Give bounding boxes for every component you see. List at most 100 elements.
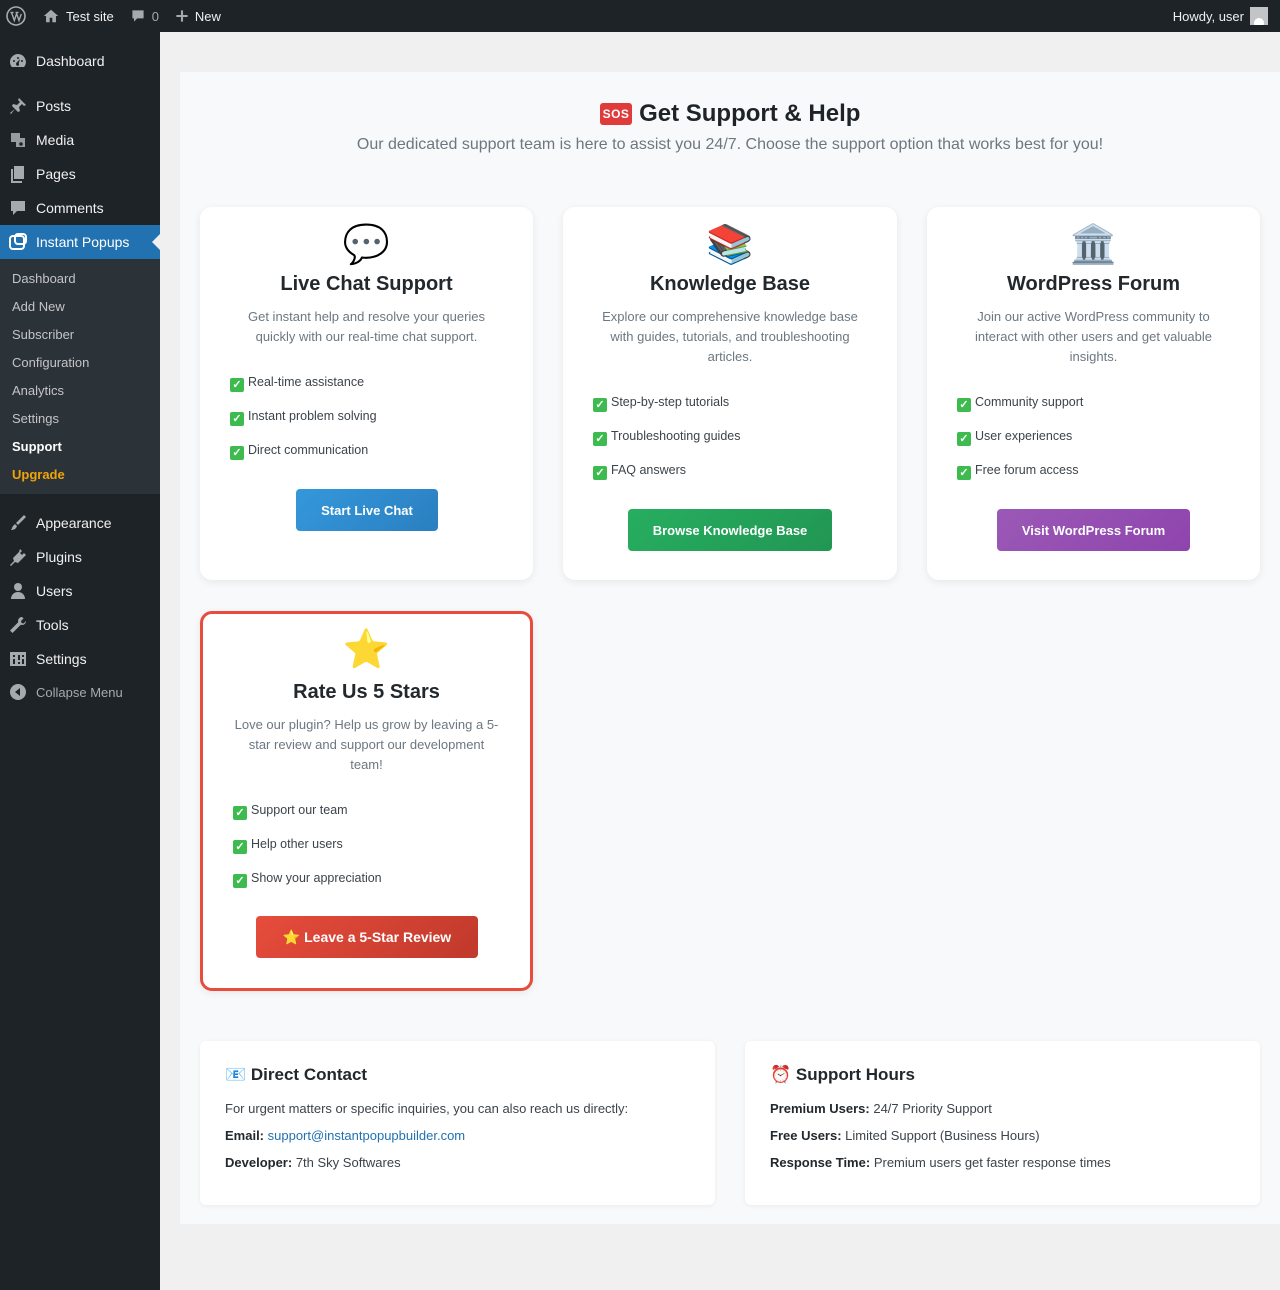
comments-count: 0 (151, 8, 159, 24)
submenu-analytics[interactable]: Analytics (12, 383, 64, 398)
settings-icon (10, 652, 26, 666)
menu-label: Dashboard (36, 53, 105, 69)
new-content-link[interactable]: New (167, 0, 229, 32)
contact-developer-line: Developer: 7th Sky Softwares (225, 1155, 401, 1170)
collapse-icon (10, 684, 26, 700)
menu-instant-popups[interactable]: Instant Popups (0, 225, 160, 259)
submenu-dashboard[interactable]: Dashboard (12, 271, 76, 286)
menu-plugins[interactable]: Plugins (0, 540, 160, 574)
comments-link[interactable]: 0 (122, 0, 167, 32)
free-users-line: Free Users: Limited Support (Business Ho… (770, 1128, 1040, 1143)
visit-wordpress-forum-button[interactable]: Visit WordPress Forum (997, 509, 1190, 551)
menu-settings[interactable]: Settings (0, 642, 160, 676)
menu-pages[interactable]: Pages (0, 157, 160, 191)
card-title: Rate Us 5 Stars (293, 681, 440, 703)
pin-icon (10, 98, 26, 114)
menu-tools[interactable]: Tools (0, 608, 160, 642)
list-item: ✓ Help other users (233, 836, 382, 870)
menu-label: Media (36, 132, 75, 148)
leave-review-button[interactable]: ⭐ Leave a 5-Star Review (256, 916, 478, 958)
menu-label: Instant Popups (36, 234, 130, 250)
check-icon: ✓ (230, 378, 244, 392)
menu-comments[interactable]: Comments (0, 191, 160, 225)
star-icon: ⭐ (342, 629, 391, 671)
check-icon: ✓ (957, 432, 971, 446)
wordpress-forum-card: 🏛️ WordPress Forum Join our active WordP… (927, 207, 1260, 580)
rate-us-card: ⭐ Rate Us 5 Stars Love our plugin? Help … (200, 611, 533, 991)
menu-label: Appearance (36, 515, 112, 531)
page-title-text: Get Support & Help (639, 100, 861, 127)
list-item: ✓ Real-time assistance (230, 374, 377, 408)
list-item: ✓ Free forum access (957, 462, 1083, 496)
start-live-chat-button[interactable]: Start Live Chat (296, 489, 438, 531)
support-page: SOS Get Support & Help Our dedicated sup… (180, 72, 1280, 1224)
new-label: New (194, 8, 221, 24)
response-time-line: Response Time: Premium users get faster … (770, 1155, 1111, 1170)
site-name-link[interactable]: Test site (34, 0, 122, 32)
list-item: ✓ Instant problem solving (230, 408, 377, 442)
admin-sidebar: Dashboard Posts Media Pages Comments Ins… (0, 32, 160, 1290)
books-icon: 📚 (706, 224, 754, 266)
pages-icon (11, 166, 24, 183)
menu-label: Posts (36, 98, 72, 114)
menu-posts[interactable]: Posts (0, 89, 160, 123)
submenu-upgrade[interactable]: Upgrade (12, 467, 65, 482)
alarm-clock-icon: ⏰ (770, 1065, 792, 1084)
menu-dashboard[interactable]: Dashboard (0, 44, 160, 78)
media-icon (11, 133, 25, 147)
support-email-link[interactable]: support@instantpopupbuilder.com (268, 1128, 466, 1143)
wrench-icon (10, 617, 26, 633)
card-title: WordPress Forum (1007, 273, 1180, 295)
list-item: ✓ Troubleshooting guides (593, 428, 741, 462)
feature-list: ✓ Community support ✓ User experiences ✓ Fr… (957, 394, 1083, 496)
check-icon: ✓ (957, 466, 971, 480)
menu-users[interactable]: Users (0, 574, 160, 608)
brush-icon (11, 515, 26, 530)
plug-icon (10, 549, 26, 566)
wordpress-logo-icon[interactable] (0, 0, 34, 32)
browse-knowledge-base-button[interactable]: Browse Knowledge Base (628, 509, 832, 551)
comment-icon (132, 10, 144, 22)
card-description: Explore our comprehensive knowledge base… (602, 309, 858, 364)
support-hours-title: ⏰ Support Hours (770, 1065, 915, 1084)
submenu-support[interactable]: Support (12, 439, 62, 454)
menu-label: Tools (36, 617, 69, 633)
knowledge-base-card: 📚 Knowledge Base Explore our comprehensi… (563, 207, 897, 580)
check-icon: ✓ (233, 806, 247, 820)
check-icon: ✓ (230, 446, 244, 460)
submenu-subscriber[interactable]: Subscriber (12, 327, 74, 342)
envelope-icon: 📧 (225, 1065, 247, 1084)
check-icon: ✓ (233, 874, 247, 888)
comment-icon (11, 201, 25, 215)
sos-icon: SOS (599, 103, 633, 125)
menu-label: Settings (36, 651, 87, 667)
card-description: Join our active WordPress community to i… (974, 309, 1213, 364)
card-description: Get instant help and resolve your querie… (247, 309, 486, 344)
menu-label: Pages (36, 166, 76, 182)
submenu-configuration[interactable]: Configuration (12, 355, 89, 370)
card-title: Live Chat Support (280, 273, 453, 295)
avatar (1250, 7, 1268, 25)
check-icon: ✓ (233, 840, 247, 854)
submenu-add-new[interactable]: Add New (12, 299, 65, 314)
premium-users-line: Premium Users: 24/7 Priority Support (770, 1101, 992, 1116)
live-chat-card: 💬 Live Chat Support Get instant help and… (200, 207, 533, 580)
collapse-menu-button[interactable]: Collapse Menu (0, 675, 160, 709)
my-account-link[interactable]: Howdy, user (1165, 0, 1280, 32)
list-item: ✓ Step-by-step tutorials (593, 394, 741, 428)
menu-appearance[interactable]: Appearance (0, 506, 160, 540)
user-icon (11, 583, 25, 599)
feature-list: ✓ Support our team ✓ Help other users ✓ Sho… (233, 802, 382, 904)
list-item: ✓ User experiences (957, 428, 1083, 462)
admin-bar: Test site 0 New Howdy, user (0, 0, 1280, 32)
check-icon: ✓ (593, 398, 607, 412)
menu-media[interactable]: Media (0, 123, 160, 157)
page-title: SOS Get Support & Help (180, 100, 1280, 128)
card-title: Knowledge Base (649, 273, 811, 295)
check-icon: ✓ (230, 412, 244, 426)
list-item: ✓ Community support (957, 394, 1083, 428)
speech-bubble-icon: 💬 (342, 224, 391, 266)
submenu-settings[interactable]: Settings (12, 411, 59, 426)
list-item: ✓ FAQ answers (593, 462, 741, 496)
list-item: ✓ Direct communication (230, 442, 377, 476)
